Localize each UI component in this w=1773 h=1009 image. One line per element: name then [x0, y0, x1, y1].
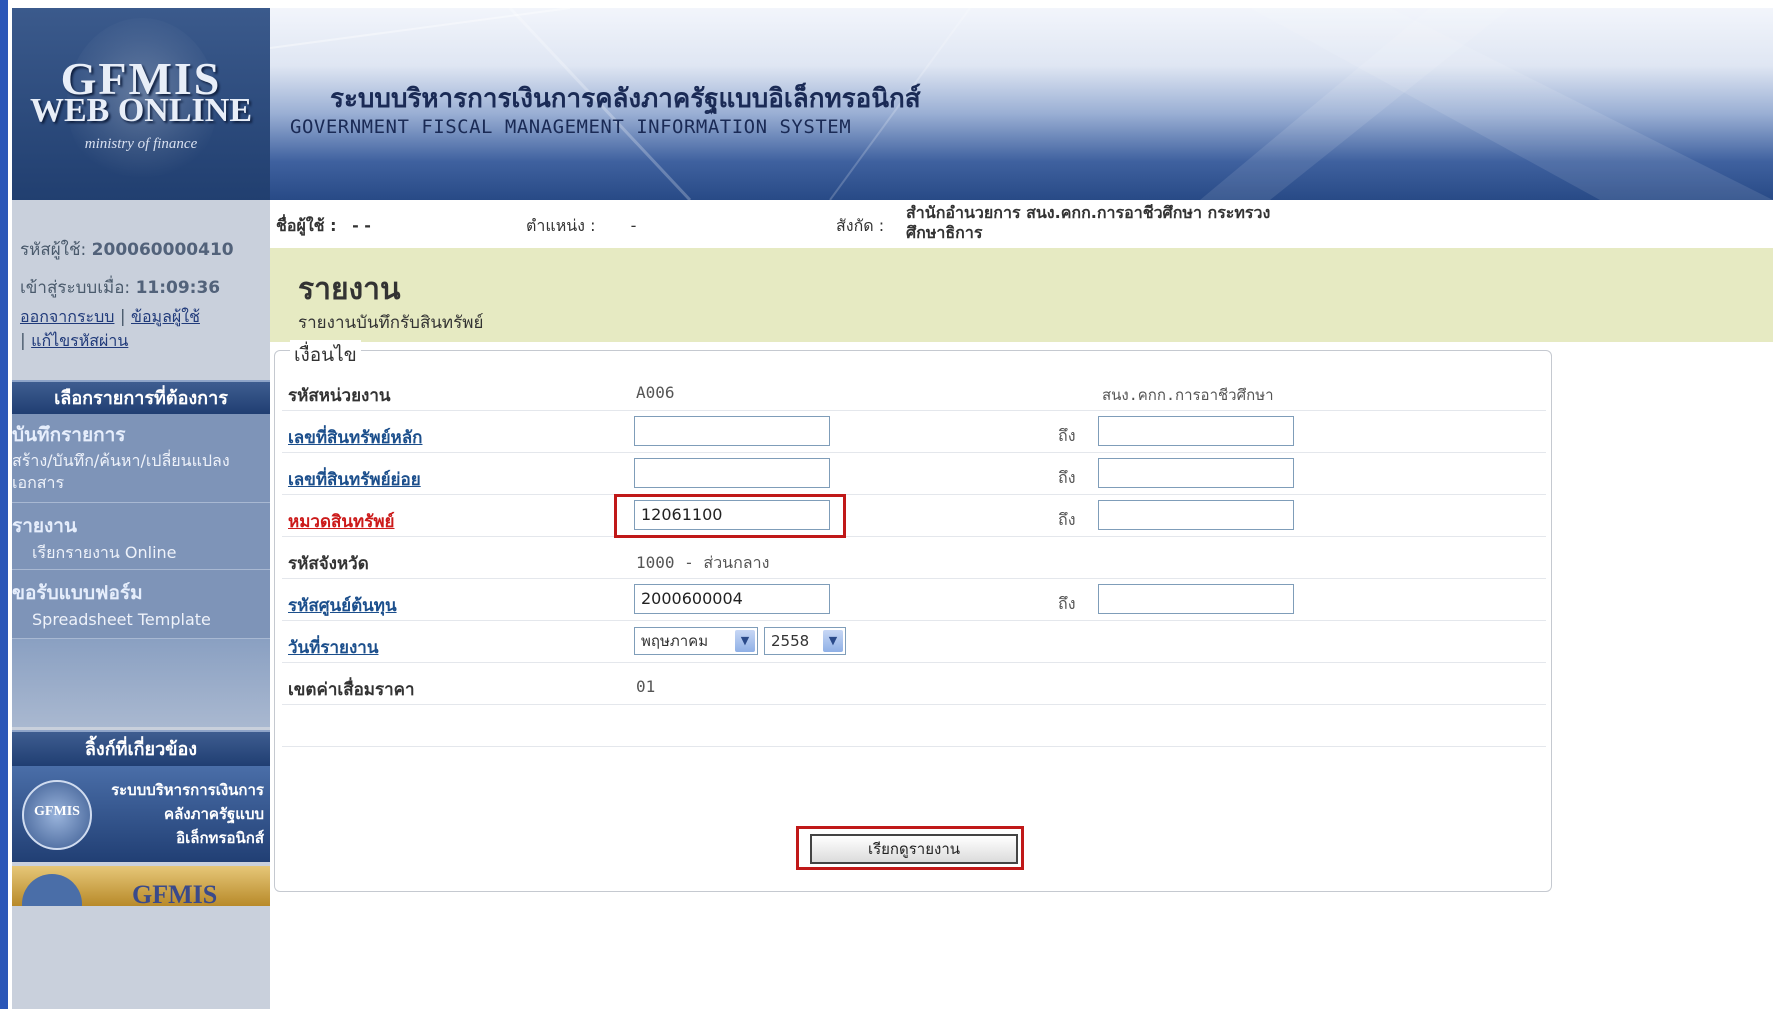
row-divider [282, 704, 1546, 705]
row-divider [282, 494, 1546, 495]
row-divider [282, 620, 1546, 621]
province-label: รหัสจังหวัด [288, 554, 369, 574]
sidebar-spacer [12, 639, 270, 727]
asset-sub-from-input[interactable] [634, 458, 830, 488]
report-date-label[interactable]: วันที่รายงาน [288, 634, 378, 661]
gfmis-globe-icon: GFMIS [22, 780, 92, 850]
gfmis-logo: GFMIS WEB ONLINE ministry of finance [12, 8, 270, 200]
related-link-gfmis[interactable]: GFMIS ระบบบริหารการเงินการคลังภาครัฐแบบอ… [12, 766, 270, 862]
login-time-row: เข้าสู่ระบบเมื่อ: 11:09:36 [20, 274, 220, 301]
report-year-select[interactable]: 2558 ▼ [764, 627, 846, 655]
unit-code-label: รหัสหน่วยงาน [288, 386, 391, 406]
conditions-fieldset [274, 350, 1552, 892]
to-label: ถึง [1058, 426, 1076, 445]
sidebar-item-report[interactable]: รายงาน เรียกรายงาน Online [12, 503, 270, 570]
depreciation-label: เขตค่าเสื่อมราคา [288, 680, 415, 700]
row-divider [282, 662, 1546, 663]
menu-header: เลือกรายการที่ต้องการ [12, 380, 270, 414]
asset-class-to-input[interactable] [1098, 500, 1294, 530]
depreciation-value: 01 [636, 677, 656, 696]
highlight-box [614, 494, 846, 538]
affiliation-line1: สำนักอำนวยการ สนง.คกก.การอาชีวศึกษา กระท… [906, 203, 1271, 222]
chevron-down-icon[interactable]: ▼ [735, 630, 755, 652]
chevron-down-icon[interactable]: ▼ [823, 630, 843, 652]
row-divider [282, 536, 1546, 537]
position-label: ตำแหน่ง : [526, 216, 596, 235]
related-link-text-2: GFMIS [132, 880, 218, 906]
report-month-select[interactable]: พฤษภาคม ▼ [634, 627, 758, 655]
asset-main-label[interactable]: เลขที่สินทรัพย์หลัก [288, 424, 422, 451]
asset-main-to-input[interactable] [1098, 416, 1294, 446]
report-title-bar [270, 248, 1773, 342]
user-id-value: 200060000410 [91, 240, 234, 260]
logo-subtitle: WEB ONLINE [30, 92, 252, 129]
sidebar-item-forms[interactable]: ขอรับแบบฟอร์ม Spreadsheet Template [12, 570, 270, 639]
username-label: ชื่อผู้ใช้ : [276, 216, 337, 235]
system-title-english: GOVERNMENT FISCAL MANAGEMENT INFORMATION… [290, 116, 852, 138]
asset-main-from-input[interactable] [634, 416, 830, 446]
username-row: ชื่อผู้ใช้ : - - [276, 214, 371, 239]
gfmis-globe-icon-2 [22, 874, 82, 906]
login-time-value: 11:09:36 [135, 278, 221, 298]
related-link-gfmis-2[interactable]: GFMIS [12, 866, 270, 906]
sidebar-item-label[interactable]: รายงาน [12, 511, 77, 541]
user-links: ออกจากระบบ | ข้อมูลผู้ใช้ | แก้ไขรหัสผ่า… [20, 305, 264, 353]
sidebar-item-record[interactable]: บันทึกรายการ สร้าง/บันทึก/ค้นหา/เปลี่ยนแ… [12, 414, 270, 503]
conditions-legend: เงื่อนไข [290, 340, 361, 370]
sidebar-item-label[interactable]: ขอรับแบบฟอร์ม [12, 578, 143, 608]
username-value: - - [352, 216, 371, 235]
cost-center-from-input[interactable]: 2000600004 [634, 584, 830, 614]
province-value: 1000 - ส่วนกลาง [636, 553, 770, 572]
logout-link[interactable]: ออกจากระบบ [20, 307, 114, 326]
unit-code-value: A006 [636, 383, 675, 402]
to-label: ถึง [1058, 594, 1076, 613]
related-link-text: ระบบบริหารการเงินการคลังภาครัฐแบบอิเล็กท… [111, 781, 264, 847]
sidebar-item-desc: สร้าง/บันทึก/ค้นหา/เปลี่ยนแปลง เอกสาร [12, 451, 230, 492]
change-password-link[interactable]: แก้ไขรหัสผ่าน [31, 331, 128, 350]
highlight-box [796, 826, 1024, 870]
user-id-row: รหัสผู้ใช้: 200060000410 [20, 236, 234, 263]
link-separator-2: | [20, 331, 32, 351]
row-divider [282, 578, 1546, 579]
user-info-link[interactable]: ข้อมูลผู้ใช้ [131, 307, 200, 326]
login-time-label: เข้าสู่ระบบเมื่อ: [20, 278, 131, 298]
position-value: - [630, 216, 637, 235]
logo-ministry: ministry of finance [84, 136, 198, 152]
row-divider [282, 410, 1546, 411]
to-label: ถึง [1058, 510, 1076, 529]
asset-class-label[interactable]: หมวดสินทรัพย์ [288, 508, 395, 535]
affiliation-label: สังกัด : [836, 216, 885, 235]
related-links-header: ลิ้งก์ที่เกี่ยวข้อง [12, 730, 270, 766]
report-month-value: พฤษภาคม [641, 632, 709, 650]
sidebar-item-desc: Spreadsheet Template [32, 610, 211, 629]
cost-center-label[interactable]: รหัสศูนย์ต้นทุน [288, 592, 397, 619]
link-separator: | [119, 307, 131, 327]
position-row: ตำแหน่ง : - [526, 214, 636, 239]
affiliation-line2: ศึกษาธิการ [906, 223, 983, 242]
window-edge [0, 0, 8, 1009]
to-label: ถึง [1058, 468, 1076, 487]
unit-name-value: สนง.คกก.การอาชีวศึกษา [1102, 386, 1274, 404]
sidebar-item-desc: เรียกรายงาน Online [32, 543, 177, 562]
row-divider [282, 452, 1546, 453]
gfmis-small-logo: GFMIS [34, 804, 80, 819]
page-title: รายงาน [298, 272, 401, 307]
user-id-label: รหัสผู้ใช้: [20, 240, 87, 260]
asset-sub-to-input[interactable] [1098, 458, 1294, 488]
affiliation-value: สำนักอำนวยการ สนง.คกก.การอาชีวศึกษา กระท… [906, 203, 1270, 243]
row-divider [282, 746, 1546, 747]
report-year-value: 2558 [771, 632, 810, 650]
page-subtitle: รายงานบันทึกรับสินทรัพย์ [298, 313, 484, 333]
system-title-thai: ระบบบริหารการเงินการคลังภาครัฐแบบอิเล็กท… [330, 84, 921, 114]
asset-sub-label[interactable]: เลขที่สินทรัพย์ย่อย [288, 466, 421, 493]
cost-center-to-input[interactable] [1098, 584, 1294, 614]
sidebar-item-label[interactable]: บันทึกรายการ [12, 420, 125, 450]
